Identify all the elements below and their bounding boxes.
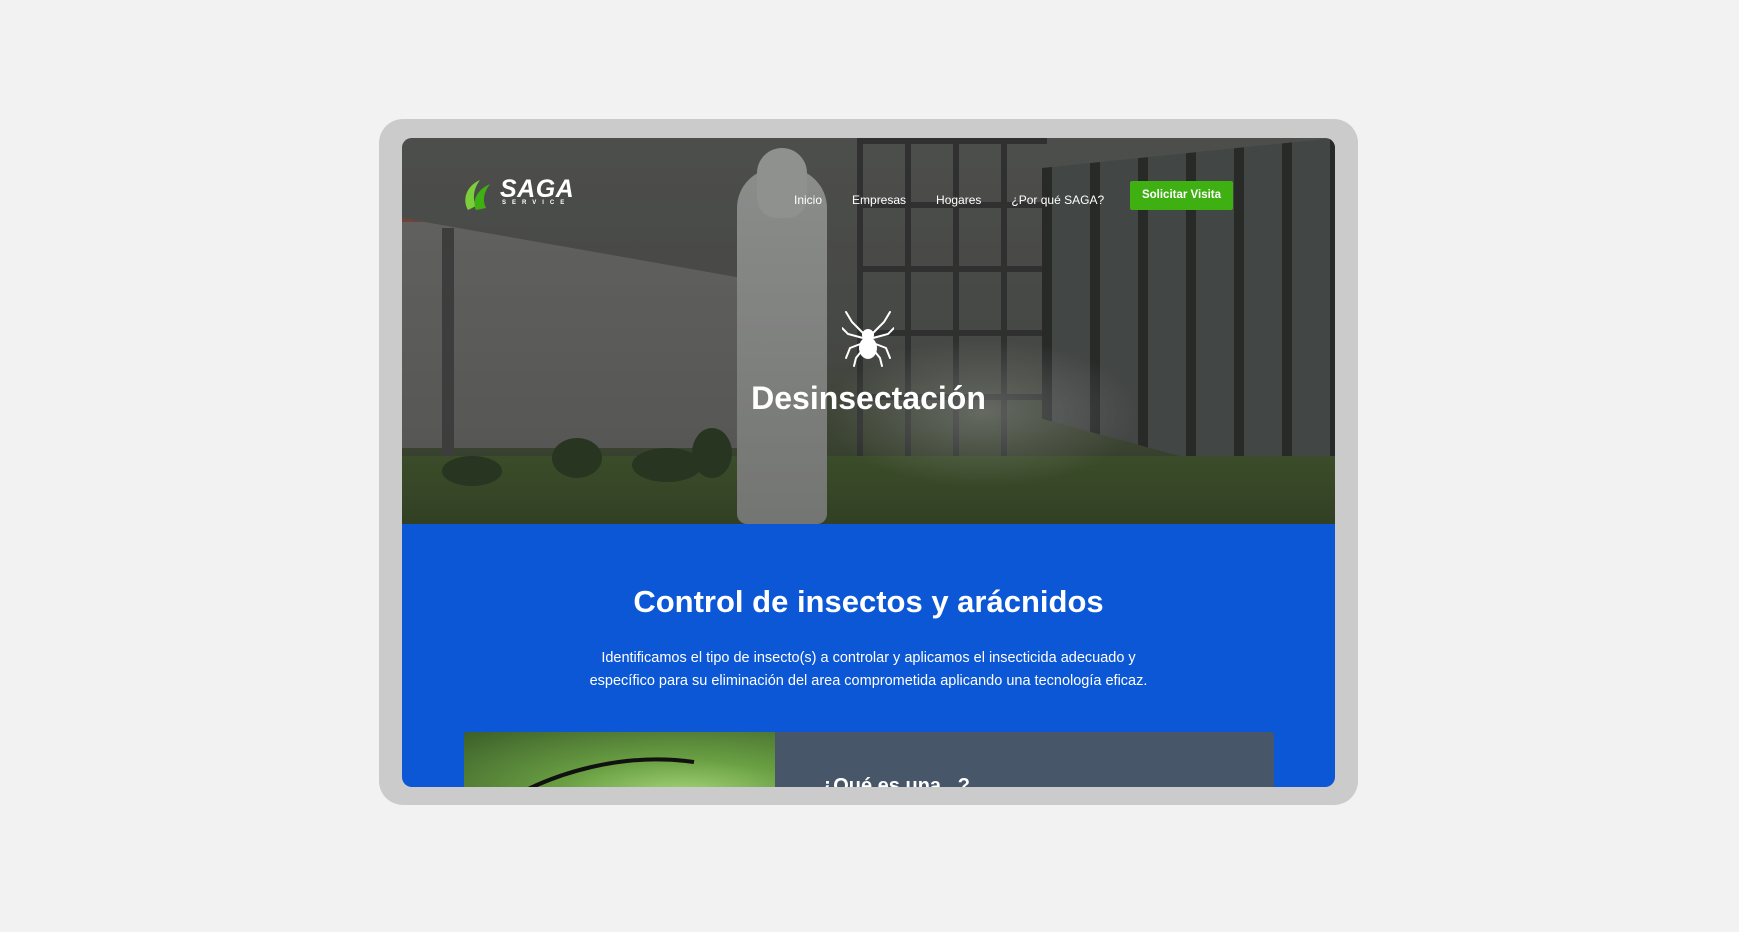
leaf-logo-icon bbox=[465, 180, 490, 210]
section-title: Control de insectos y arácnidos bbox=[633, 584, 1104, 619]
device-frame: SAGA SERVICE Inicio Empresas Hogares ¿Po… bbox=[379, 119, 1358, 805]
website-screen: SAGA SERVICE Inicio Empresas Hogares ¿Po… bbox=[402, 138, 1335, 787]
solicitar-visita-button[interactable]: Solicitar Visita bbox=[1130, 181, 1233, 210]
insect-photo bbox=[464, 732, 775, 787]
section-description: Identificamos el tipo de insecto(s) a co… bbox=[589, 650, 1148, 689]
nav-link-inicio[interactable]: Inicio bbox=[794, 190, 822, 210]
logo-tagline: SERVICE bbox=[502, 200, 571, 206]
logo-wordmark: SAGA bbox=[500, 175, 575, 203]
saga-logo[interactable]: SAGA SERVICE bbox=[462, 174, 575, 214]
insect-antenna-image bbox=[527, 757, 695, 787]
nav-link-empresas[interactable]: Empresas bbox=[852, 190, 906, 210]
card-heading: ¿Qué es una...? bbox=[821, 775, 970, 787]
nav-link-hogares[interactable]: Hogares bbox=[936, 190, 981, 210]
hero-banner: SAGA SERVICE Inicio Empresas Hogares ¿Po… bbox=[402, 138, 1335, 524]
nav-link-por-que-saga[interactable]: ¿Por qué SAGA? bbox=[1011, 190, 1104, 210]
spider-icon bbox=[842, 311, 894, 367]
info-card: ¿Qué es una...? bbox=[464, 732, 1274, 787]
hero-title: Desinsectación bbox=[751, 380, 986, 416]
main-nav: Inicio Empresas Hogares ¿Por qué SAGA? bbox=[794, 190, 1134, 210]
